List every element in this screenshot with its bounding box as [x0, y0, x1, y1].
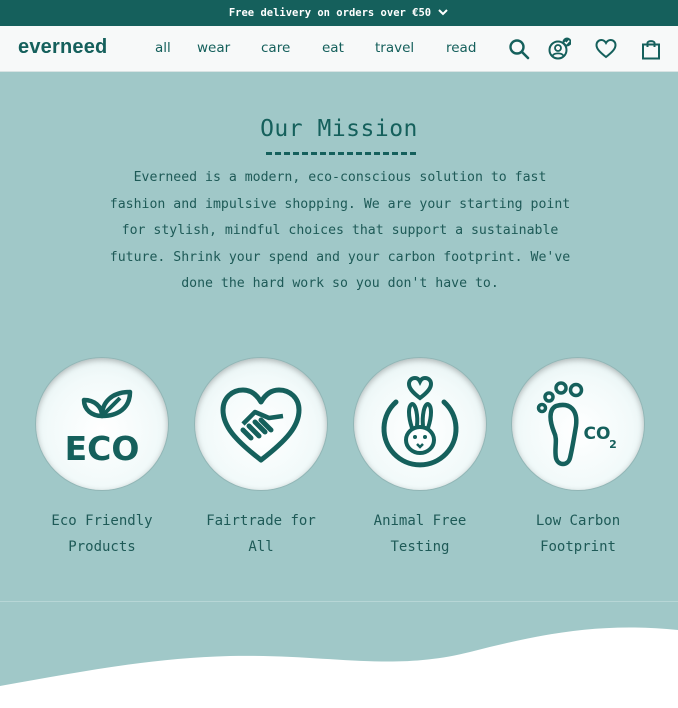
feature-label: Eco Friendly Products — [51, 513, 153, 555]
rabbit-heart-icon — [381, 376, 459, 468]
mission-line: Everneed is a modern, eco-conscious solu… — [133, 170, 547, 185]
eco-leaf-icon: ECO — [65, 389, 140, 468]
feature-label: Low Carbon Footprint — [535, 513, 621, 555]
svg-text:2: 2 — [609, 438, 617, 451]
wave-divider — [0, 627, 678, 708]
search-icon[interactable] — [507, 37, 531, 61]
shopping-bag-icon[interactable] — [639, 37, 663, 61]
nav-item-all[interactable]: all — [155, 40, 171, 56]
svg-text:CO: CO — [584, 424, 611, 444]
wishlist-heart-icon[interactable] — [594, 37, 618, 61]
heart-handshake-icon — [220, 387, 302, 463]
mission-title: Our Mission — [260, 116, 418, 142]
promo-bar[interactable]: Free delivery on orders over €50 — [0, 0, 678, 26]
main-nav: all wear care eat travel read — [0, 40, 678, 60]
footprint-co2-icon: CO 2 — [536, 381, 617, 467]
feature-label: Fairtrade for All — [206, 513, 316, 555]
nav-item-travel[interactable]: travel — [375, 40, 414, 56]
promo-text: Free delivery on orders over €50 — [228, 7, 432, 19]
feature-circle — [354, 358, 486, 490]
feature-circle — [195, 358, 327, 490]
svg-text:ECO: ECO — [65, 429, 140, 468]
nav-item-wear[interactable]: wear — [197, 40, 230, 56]
nav-item-read[interactable]: read — [446, 40, 476, 56]
mission-line: done the hard work so you don't have to. — [181, 276, 499, 291]
nav-item-care[interactable]: care — [261, 40, 290, 56]
account-icon[interactable] — [547, 37, 571, 61]
mission-line: for stylish, mindful choices that suppor… — [121, 223, 559, 238]
site-header: everneed all wear care eat travel read — [0, 26, 678, 72]
feature-circle: CO 2 — [512, 358, 644, 490]
feature-circle: ECO — [36, 358, 168, 490]
mission-line: future. Shrink your spend and your carbo… — [109, 249, 571, 265]
mission-line: fashion and impulsive shopping. We are y… — [109, 196, 571, 212]
nav-item-eat[interactable]: eat — [322, 40, 344, 56]
title-underline — [266, 152, 416, 155]
mission-text: Everneed is a modern, eco-conscious solu… — [103, 165, 577, 298]
feature-label: Animal Free Testing — [373, 513, 467, 555]
chevron-down-icon — [437, 6, 449, 21]
